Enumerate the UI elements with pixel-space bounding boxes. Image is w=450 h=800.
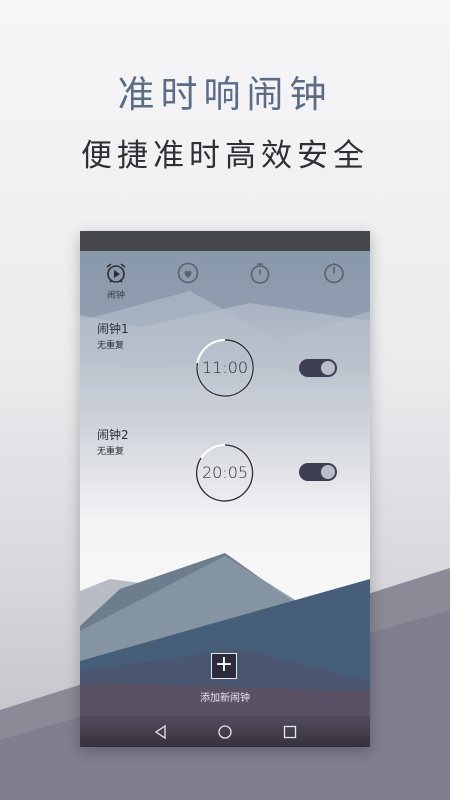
stopwatch-icon: [250, 263, 270, 284]
alarm-name: 闹钟1: [97, 322, 129, 336]
alarm-toggle[interactable]: [299, 359, 337, 377]
phone-screen: 闹钟 闹钟1 无重复 11:00 闹钟2 无重复 20:05 + 添加新闹钟: [80, 231, 370, 747]
home-circle-icon[interactable]: [217, 724, 233, 740]
alarm-name: 闹钟2: [97, 428, 129, 442]
recents-square-icon[interactable]: [282, 724, 298, 740]
tab-stopwatch[interactable]: [224, 261, 296, 313]
alarm-clock-face[interactable]: 11:00: [195, 338, 255, 398]
tab-timer[interactable]: [298, 261, 370, 313]
tab-alarm[interactable]: 闹钟: [80, 261, 152, 313]
alarm-time: 20:05: [201, 463, 249, 482]
alarm-repeat: 无重复: [97, 447, 125, 457]
alarm-repeat: 无重复: [97, 341, 125, 351]
back-triangle-icon[interactable]: [153, 724, 169, 740]
tab-heart-clock[interactable]: [152, 261, 224, 313]
status-bar: [80, 231, 370, 251]
tab-bar: 闹钟: [80, 261, 370, 313]
hero-subtitle: 便捷准时高效安全: [81, 138, 369, 174]
alarm-clock-face[interactable]: 20:05: [195, 443, 255, 503]
timer-icon: [324, 263, 344, 284]
toggle-knob: [320, 360, 336, 376]
heart-clock-icon: [177, 262, 199, 284]
add-alarm-button[interactable]: +: [211, 653, 237, 679]
tab-alarm-label: 闹钟: [106, 291, 125, 301]
alarm-clock-icon: [106, 263, 126, 283]
toggle-knob: [320, 464, 336, 480]
navigation-bar: [80, 716, 370, 747]
add-alarm-label[interactable]: 添加新闹钟: [80, 689, 370, 704]
alarm-time: 11:00: [201, 358, 249, 377]
hero-title: 准时响闹钟: [117, 73, 333, 116]
alarm-toggle[interactable]: [299, 463, 337, 481]
plus-icon: +: [214, 652, 234, 677]
